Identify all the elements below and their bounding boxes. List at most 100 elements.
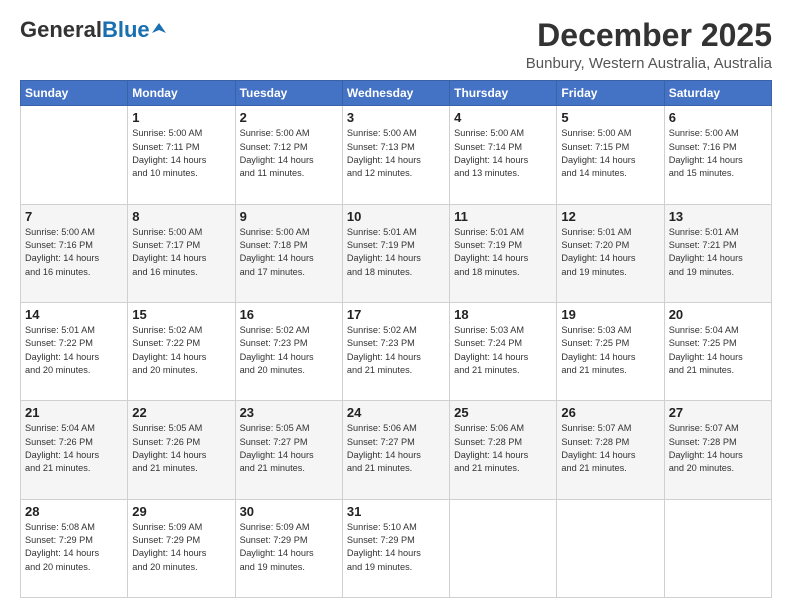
- day-number: 12: [561, 209, 659, 224]
- day-info: Sunrise: 5:02 AM Sunset: 7:22 PM Dayligh…: [132, 324, 230, 377]
- table-row: 8 Sunrise: 5:00 AM Sunset: 7:17 PM Daylig…: [128, 204, 235, 302]
- location-title: Bunbury, Western Australia, Australia: [526, 55, 772, 72]
- day-info: Sunrise: 5:06 AM Sunset: 7:27 PM Dayligh…: [347, 422, 445, 475]
- day-info: Sunrise: 5:02 AM Sunset: 7:23 PM Dayligh…: [347, 324, 445, 377]
- day-number: 9: [240, 209, 338, 224]
- day-number: 10: [347, 209, 445, 224]
- calendar-week-row: 7Sunrise: 5:00 AM Sunset: 7:16 PM Daylig…: [21, 204, 772, 302]
- day-number: 17: [347, 307, 445, 322]
- calendar-week-row: 1 Sunrise: 5:00 AM Sunset: 7:11 PM Daylig…: [21, 106, 772, 204]
- table-row: 5 Sunrise: 5:00 AM Sunset: 7:15 PM Daylig…: [557, 106, 664, 204]
- day-info: Sunrise: 5:10 AM Sunset: 7:29 PM Dayligh…: [347, 521, 445, 574]
- table-row: 25 Sunrise: 5:06 AM Sunset: 7:28 PM Dayli…: [450, 401, 557, 499]
- table-row: 30Sunrise: 5:09 AM Sunset: 7:29 PM Dayli…: [235, 499, 342, 597]
- day-info: Sunrise: 5:09 AM Sunset: 7:29 PM Dayligh…: [132, 521, 230, 574]
- day-info: Sunrise: 5:04 AM Sunset: 7:26 PM Dayligh…: [25, 422, 123, 475]
- table-row: 12 Sunrise: 5:01 AM Sunset: 7:20 PM Dayli…: [557, 204, 664, 302]
- day-info: Sunrise: 5:08 AM Sunset: 7:29 PM Dayligh…: [25, 521, 123, 574]
- day-number: 22: [132, 405, 230, 420]
- table-row: 4 Sunrise: 5:00 AM Sunset: 7:14 PM Daylig…: [450, 106, 557, 204]
- table-row: [450, 499, 557, 597]
- day-info: Sunrise: 5:00 AM Sunset: 7:15 PM Dayligh…: [561, 127, 659, 180]
- day-number: 26: [561, 405, 659, 420]
- day-number: 18: [454, 307, 552, 322]
- day-info: Sunrise: 5:07 AM Sunset: 7:28 PM Dayligh…: [561, 422, 659, 475]
- day-number: 16: [240, 307, 338, 322]
- title-block: December 2025 Bunbury, Western Australia…: [526, 18, 772, 72]
- day-info: Sunrise: 5:01 AM Sunset: 7:19 PM Dayligh…: [454, 226, 552, 279]
- day-number: 24: [347, 405, 445, 420]
- day-number: 6: [669, 110, 767, 125]
- day-info: Sunrise: 5:05 AM Sunset: 7:27 PM Dayligh…: [240, 422, 338, 475]
- logo-blue: Blue: [102, 17, 150, 42]
- day-number: 4: [454, 110, 552, 125]
- table-row: 17 Sunrise: 5:02 AM Sunset: 7:23 PM Dayli…: [342, 302, 449, 400]
- day-number: 19: [561, 307, 659, 322]
- day-number: 5: [561, 110, 659, 125]
- col-saturday: Saturday: [664, 81, 771, 106]
- day-info: Sunrise: 5:02 AM Sunset: 7:23 PM Dayligh…: [240, 324, 338, 377]
- day-number: 21: [25, 405, 123, 420]
- day-info: Sunrise: 5:05 AM Sunset: 7:26 PM Dayligh…: [132, 422, 230, 475]
- table-row: 20 Sunrise: 5:04 AM Sunset: 7:25 PM Dayli…: [664, 302, 771, 400]
- day-info: Sunrise: 5:00 AM Sunset: 7:16 PM Dayligh…: [669, 127, 767, 180]
- day-number: 3: [347, 110, 445, 125]
- day-number: 8: [132, 209, 230, 224]
- table-row: 11 Sunrise: 5:01 AM Sunset: 7:19 PM Dayli…: [450, 204, 557, 302]
- day-info: Sunrise: 5:00 AM Sunset: 7:16 PM Dayligh…: [25, 226, 123, 279]
- logo: GeneralBlue: [20, 18, 166, 42]
- table-row: 16 Sunrise: 5:02 AM Sunset: 7:23 PM Dayli…: [235, 302, 342, 400]
- day-info: Sunrise: 5:00 AM Sunset: 7:14 PM Dayligh…: [454, 127, 552, 180]
- table-row: [21, 106, 128, 204]
- table-row: 3Sunrise: 5:00 AM Sunset: 7:13 PM Daylig…: [342, 106, 449, 204]
- day-info: Sunrise: 5:07 AM Sunset: 7:28 PM Dayligh…: [669, 422, 767, 475]
- day-number: 1: [132, 110, 230, 125]
- col-sunday: Sunday: [21, 81, 128, 106]
- table-row: 31 Sunrise: 5:10 AM Sunset: 7:29 PM Dayli…: [342, 499, 449, 597]
- day-number: 29: [132, 504, 230, 519]
- day-info: Sunrise: 5:04 AM Sunset: 7:25 PM Dayligh…: [669, 324, 767, 377]
- calendar-table: Sunday Monday Tuesday Wednesday Thursday…: [20, 80, 772, 598]
- calendar-week-row: 28Sunrise: 5:08 AM Sunset: 7:29 PM Dayli…: [21, 499, 772, 597]
- day-info: Sunrise: 5:06 AM Sunset: 7:28 PM Dayligh…: [454, 422, 552, 475]
- day-info: Sunrise: 5:03 AM Sunset: 7:24 PM Dayligh…: [454, 324, 552, 377]
- day-number: 2: [240, 110, 338, 125]
- day-number: 31: [347, 504, 445, 519]
- logo-general: General: [20, 17, 102, 42]
- calendar-week-row: 14Sunrise: 5:01 AM Sunset: 7:22 PM Dayli…: [21, 302, 772, 400]
- day-info: Sunrise: 5:01 AM Sunset: 7:20 PM Dayligh…: [561, 226, 659, 279]
- day-number: 11: [454, 209, 552, 224]
- table-row: 18 Sunrise: 5:03 AM Sunset: 7:24 PM Dayli…: [450, 302, 557, 400]
- calendar-header-row: Sunday Monday Tuesday Wednesday Thursday…: [21, 81, 772, 106]
- col-wednesday: Wednesday: [342, 81, 449, 106]
- table-row: 29 Sunrise: 5:09 AM Sunset: 7:29 PM Dayli…: [128, 499, 235, 597]
- table-row: 7Sunrise: 5:00 AM Sunset: 7:16 PM Daylig…: [21, 204, 128, 302]
- day-number: 23: [240, 405, 338, 420]
- day-info: Sunrise: 5:00 AM Sunset: 7:18 PM Dayligh…: [240, 226, 338, 279]
- table-row: 22 Sunrise: 5:05 AM Sunset: 7:26 PM Dayli…: [128, 401, 235, 499]
- table-row: 10 Sunrise: 5:01 AM Sunset: 7:19 PM Dayli…: [342, 204, 449, 302]
- col-thursday: Thursday: [450, 81, 557, 106]
- table-row: 14Sunrise: 5:01 AM Sunset: 7:22 PM Dayli…: [21, 302, 128, 400]
- day-info: Sunrise: 5:01 AM Sunset: 7:21 PM Dayligh…: [669, 226, 767, 279]
- day-info: Sunrise: 5:01 AM Sunset: 7:19 PM Dayligh…: [347, 226, 445, 279]
- table-row: 2Sunrise: 5:00 AM Sunset: 7:12 PM Daylig…: [235, 106, 342, 204]
- table-row: 9 Sunrise: 5:00 AM Sunset: 7:18 PM Daylig…: [235, 204, 342, 302]
- day-number: 15: [132, 307, 230, 322]
- col-tuesday: Tuesday: [235, 81, 342, 106]
- day-number: 20: [669, 307, 767, 322]
- day-info: Sunrise: 5:00 AM Sunset: 7:17 PM Dayligh…: [132, 226, 230, 279]
- table-row: 27Sunrise: 5:07 AM Sunset: 7:28 PM Dayli…: [664, 401, 771, 499]
- day-info: Sunrise: 5:09 AM Sunset: 7:29 PM Dayligh…: [240, 521, 338, 574]
- logo-bird-icon: [152, 21, 166, 35]
- day-info: Sunrise: 5:00 AM Sunset: 7:11 PM Dayligh…: [132, 127, 230, 180]
- month-title: December 2025: [526, 18, 772, 53]
- table-row: 23 Sunrise: 5:05 AM Sunset: 7:27 PM Dayli…: [235, 401, 342, 499]
- table-row: [557, 499, 664, 597]
- table-row: 21 Sunrise: 5:04 AM Sunset: 7:26 PM Dayli…: [21, 401, 128, 499]
- col-friday: Friday: [557, 81, 664, 106]
- day-number: 14: [25, 307, 123, 322]
- table-row: 6 Sunrise: 5:00 AM Sunset: 7:16 PM Daylig…: [664, 106, 771, 204]
- day-number: 25: [454, 405, 552, 420]
- page: GeneralBlue December 2025 Bunbury, Weste…: [0, 0, 792, 612]
